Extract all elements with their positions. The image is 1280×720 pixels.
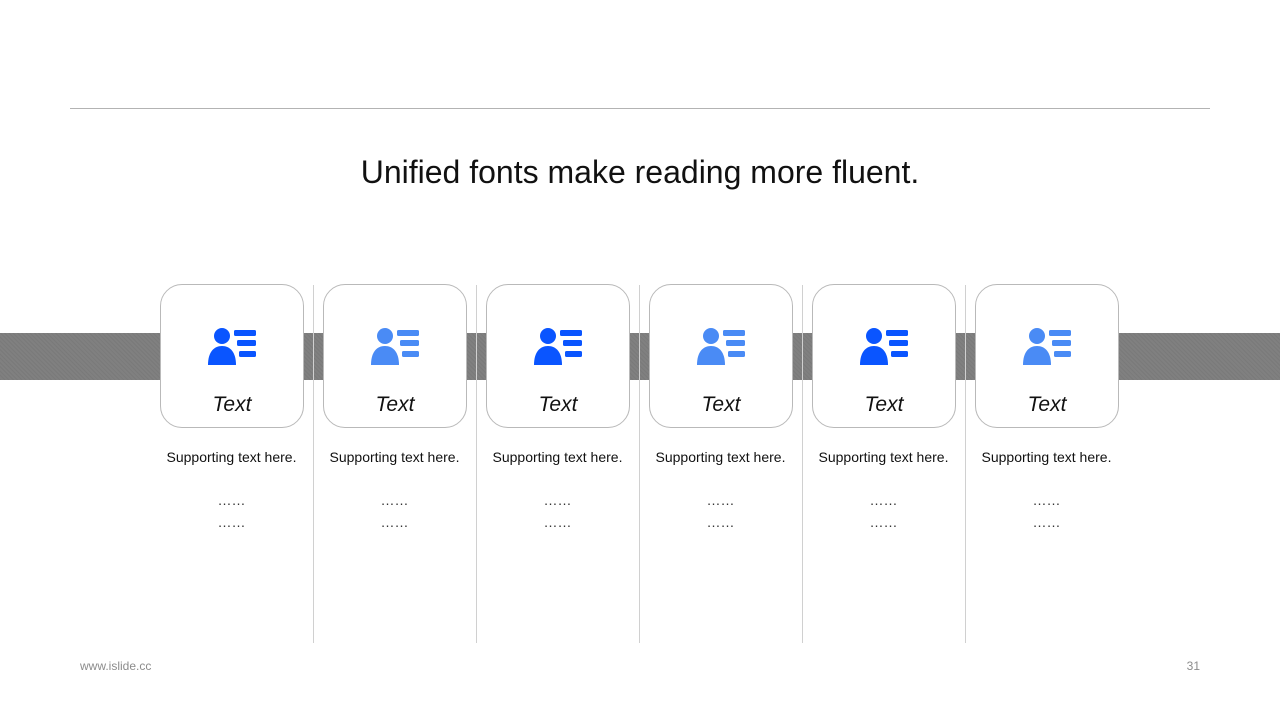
placeholder-line: ……: [217, 492, 246, 508]
placeholder-line: ……: [869, 514, 898, 530]
feature-card-4: Text: [649, 284, 793, 428]
supporting-text: Supporting text here.: [166, 449, 297, 465]
slide: Unified fonts make reading more fluent. …: [0, 0, 1280, 720]
supporting-text: Supporting text here.: [492, 449, 623, 465]
card-label: Text: [538, 393, 578, 416]
feature-card-6: Text: [975, 284, 1119, 428]
feature-card-5: Text: [812, 284, 956, 428]
card-label: Text: [864, 393, 904, 416]
card-label: Text: [375, 393, 415, 416]
user-list-icon: [860, 328, 908, 365]
page-number: 31: [1186, 659, 1200, 673]
supporting-text: Supporting text here.: [329, 449, 460, 465]
footer-url[interactable]: www.islide.cc: [80, 658, 151, 674]
user-list-icon: [1023, 328, 1071, 365]
user-list-icon: [534, 328, 582, 365]
user-list-icon: [371, 328, 419, 365]
placeholder-line: ……: [706, 492, 735, 508]
placeholder-line: ……: [217, 514, 246, 530]
placeholder-line: ……: [1032, 492, 1061, 508]
supporting-text: Supporting text here.: [655, 449, 786, 465]
user-list-icon: [208, 328, 256, 365]
placeholder-line: ……: [869, 492, 898, 508]
user-list-icon: [697, 328, 745, 365]
placeholder-line: ……: [543, 514, 572, 530]
placeholder-line: ……: [380, 514, 409, 530]
feature-card-3: Text: [486, 284, 630, 428]
feature-card-2: Text: [323, 284, 467, 428]
placeholder-line: ……: [380, 492, 409, 508]
slide-title: Unified fonts make reading more fluent.: [360, 154, 920, 190]
card-label: Text: [701, 393, 741, 416]
card-label: Text: [212, 393, 252, 416]
placeholder-line: ……: [543, 492, 572, 508]
feature-card-1: Text: [160, 284, 304, 428]
placeholder-line: ……: [706, 514, 735, 530]
top-divider: [70, 108, 1210, 109]
placeholder-line: ……: [1032, 514, 1061, 530]
supporting-text: Supporting text here.: [981, 449, 1112, 465]
card-label: Text: [1027, 393, 1067, 416]
supporting-text: Supporting text here.: [818, 449, 949, 465]
